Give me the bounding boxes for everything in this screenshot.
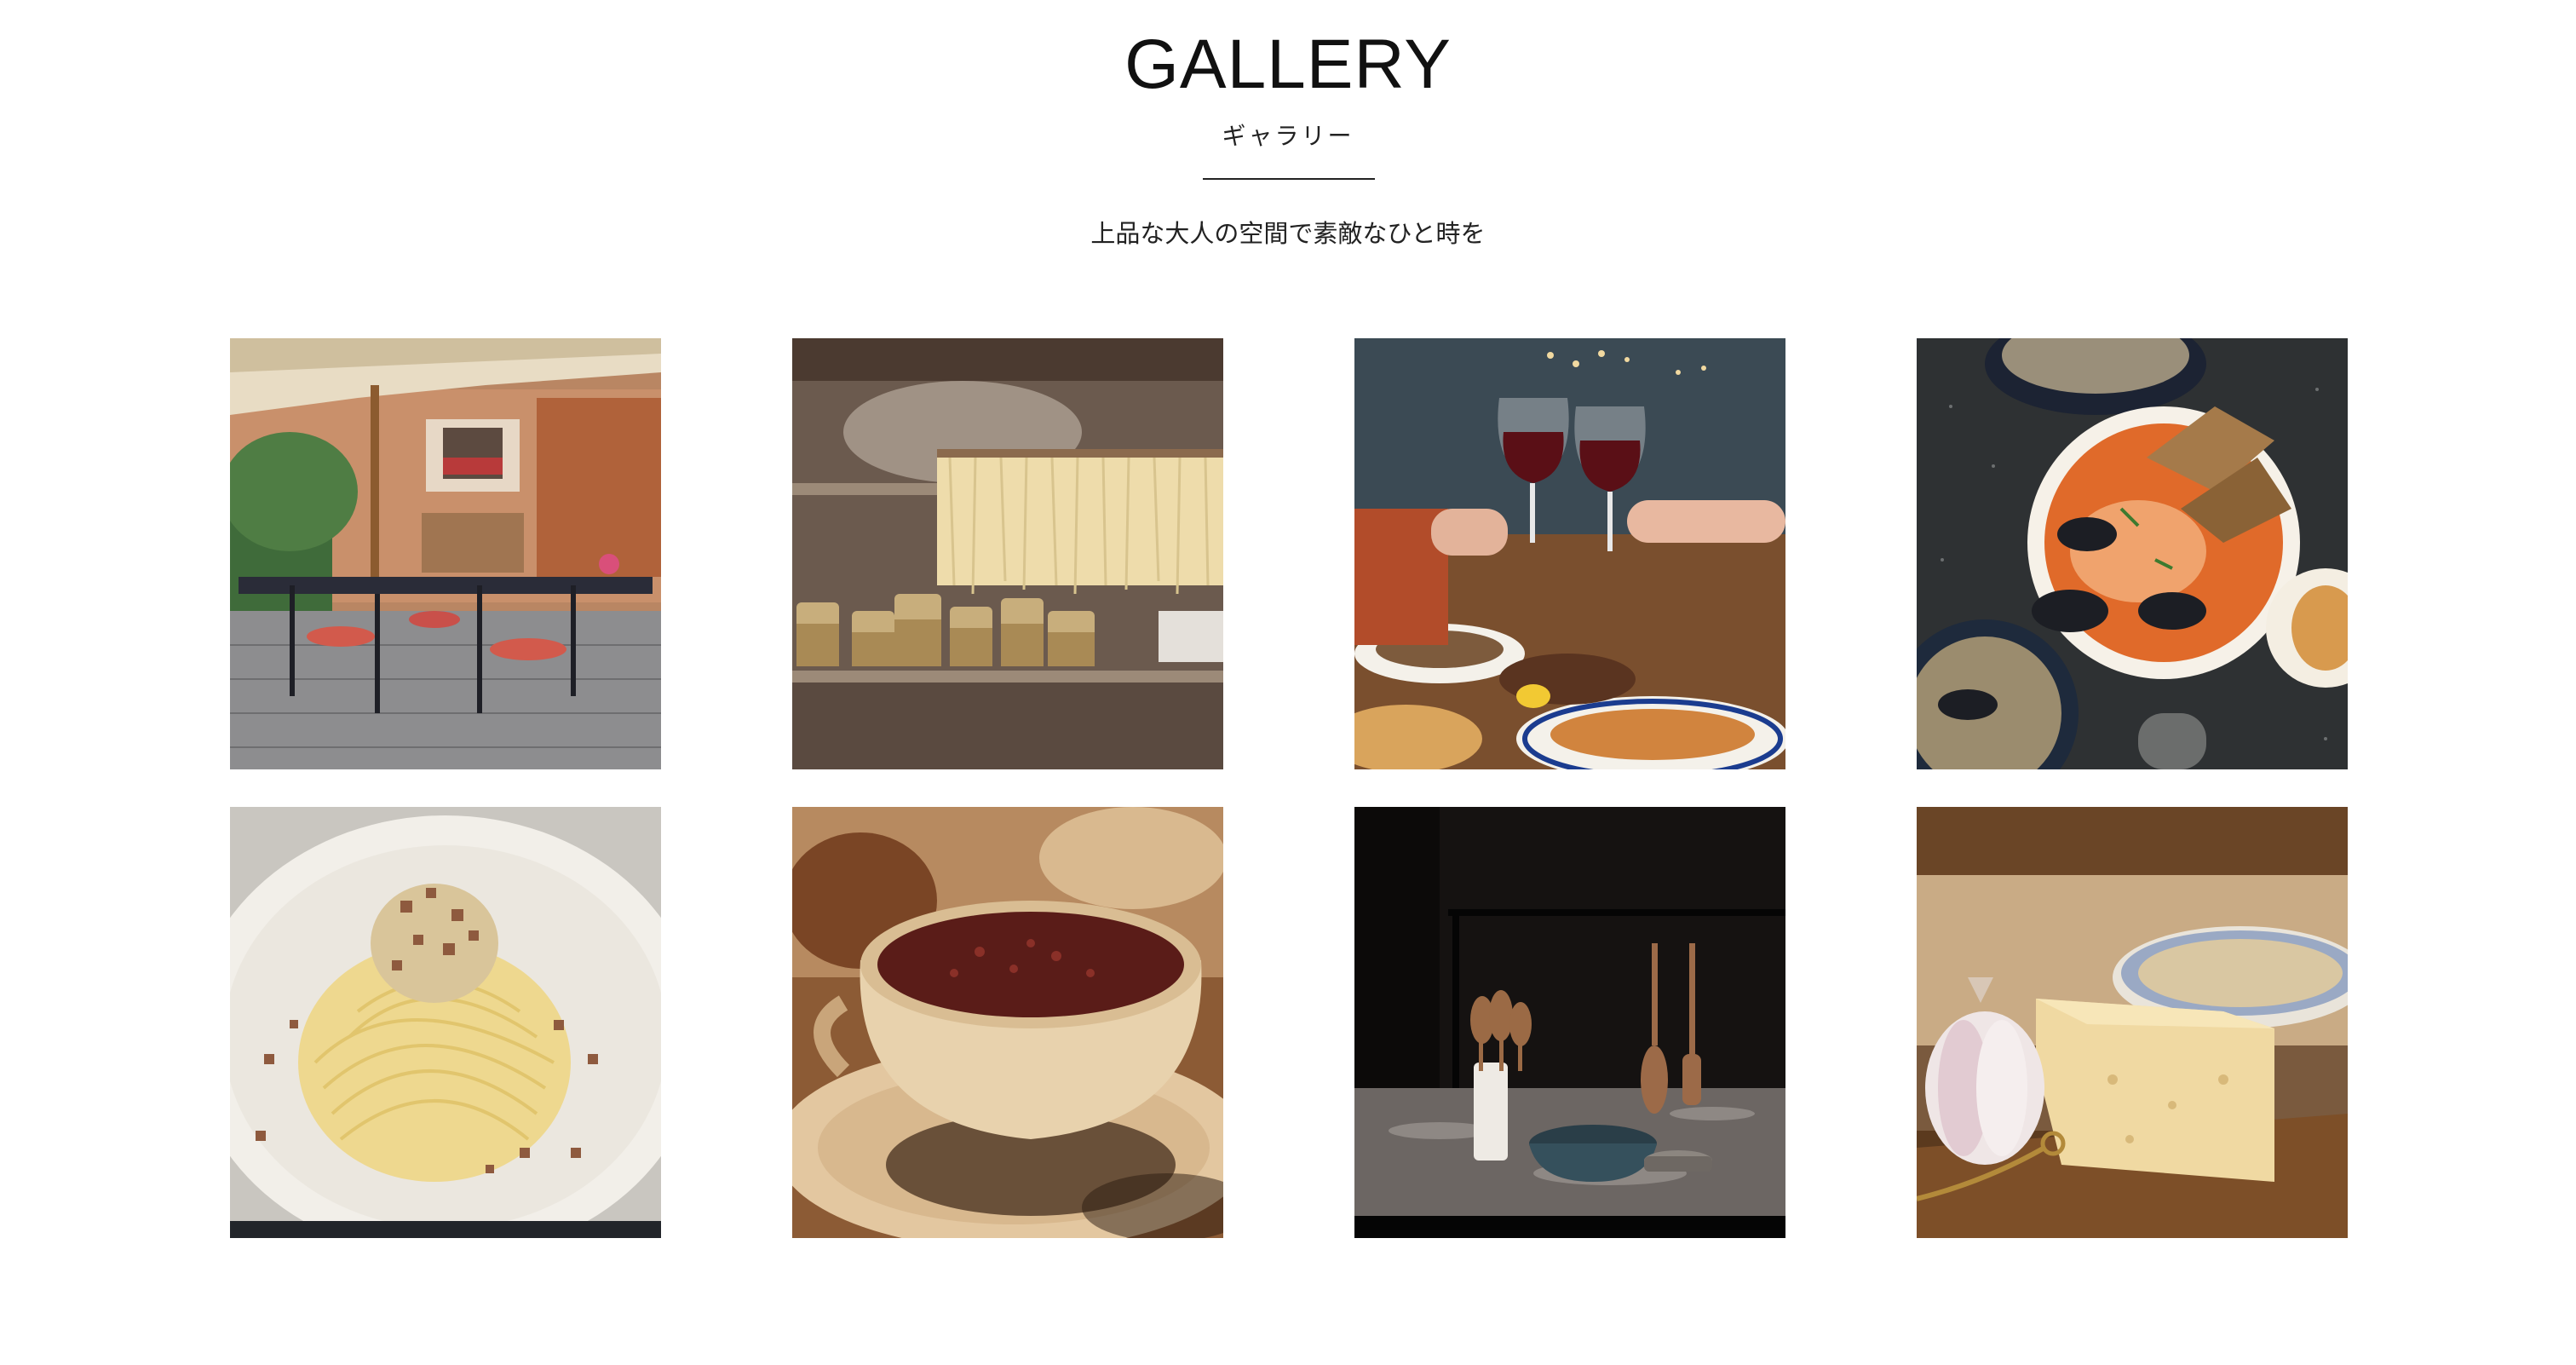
garlic-parmesan-photo — [1917, 807, 2348, 1238]
gallery-photo-terrace-cafe[interactable] — [230, 338, 661, 769]
gallery-grid — [230, 338, 2349, 1238]
gallery-photo-garlic-parmesan[interactable] — [1917, 807, 2348, 1238]
gallery-photo-carbonara[interactable] — [230, 807, 661, 1238]
carbonara-photo — [230, 807, 661, 1238]
page-subtitle: ギャラリー — [1222, 122, 1354, 150]
gallery-photo-fresh-pasta[interactable] — [792, 338, 1223, 769]
fresh-pasta-photo — [792, 338, 1223, 769]
gallery-photo-kitchen-utensils[interactable] — [1354, 807, 1785, 1238]
terrace-cafe-photo — [230, 338, 661, 769]
gallery-photo-cappuccino[interactable] — [792, 807, 1223, 1238]
title-divider — [1203, 178, 1375, 180]
kitchen-utensils-photo — [1354, 807, 1785, 1238]
page-title: GALLERY — [1124, 26, 1452, 103]
page-tagline: 上品な大人の空間で素敵なひと時を — [1090, 219, 1486, 248]
gallery-photo-wine-toast[interactable] — [1354, 338, 1785, 769]
wine-toast-photo — [1354, 338, 1785, 769]
gallery-photo-seafood-stew[interactable] — [1917, 338, 2348, 769]
gallery-page: GALLERY ギャラリー 上品な大人の空間で素敵なひと時を — [0, 0, 2576, 1365]
seafood-stew-photo — [1917, 338, 2348, 769]
cappuccino-photo — [792, 807, 1223, 1238]
